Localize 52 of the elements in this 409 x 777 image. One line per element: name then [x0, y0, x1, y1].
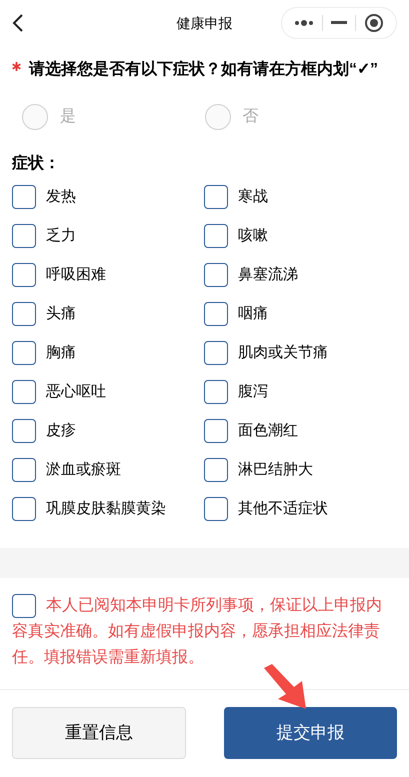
checkbox[interactable]: [204, 185, 228, 209]
reset-button[interactable]: 重置信息: [12, 707, 186, 759]
symptom-label: 面色潮红: [238, 420, 298, 441]
checkbox[interactable]: [12, 302, 36, 326]
more-icon[interactable]: [294, 20, 314, 26]
symptom-label: 呼吸困难: [46, 264, 106, 285]
close-icon[interactable]: [364, 13, 384, 33]
section-label: 症状：: [12, 153, 61, 174]
option-label: 是: [60, 107, 76, 127]
symptom-label: 乏力: [46, 226, 76, 246]
symptom-label: 其他不适症状: [238, 498, 328, 519]
checkbox[interactable]: [204, 419, 228, 443]
checkbox[interactable]: [204, 458, 228, 482]
symptom-label: 皮疹: [46, 420, 76, 441]
checkbox[interactable]: [12, 263, 36, 287]
submit-button[interactable]: 提交申报: [224, 707, 397, 759]
symptom-label: 恶心呕吐: [46, 382, 106, 402]
checkbox[interactable]: [12, 458, 36, 482]
checkbox[interactable]: [12, 224, 36, 248]
checkbox[interactable]: [12, 497, 36, 521]
option-label: 否: [242, 107, 258, 127]
symptom-label: 寒战: [238, 186, 268, 207]
minimize-icon[interactable]: [331, 21, 347, 25]
symptom-label: 头痛: [46, 304, 76, 324]
back-icon[interactable]: [12, 13, 24, 33]
checkbox[interactable]: [204, 263, 228, 287]
radio-button[interactable]: [22, 104, 48, 130]
symptom-label: 胸痛: [46, 342, 76, 363]
checkbox[interactable]: [204, 224, 228, 248]
checkbox[interactable]: [204, 380, 228, 404]
checkbox[interactable]: [204, 302, 228, 326]
symptom-label: 巩膜皮肤黏膜黄染: [46, 498, 166, 519]
symptom-label: 淤血或瘀斑: [46, 460, 121, 480]
declaration-label[interactable]: 本人已阅知本申明卡所列事项，保证以上申报内容真实准确。如有虚假申报内容，愿承担相应法律责任。填报错误需重新填报。: [12, 593, 385, 671]
symptom-label: 咽痛: [238, 304, 268, 324]
symptom-label: 鼻塞流涕: [238, 264, 298, 285]
checkbox[interactable]: [12, 341, 36, 365]
checkbox[interactable]: [12, 419, 36, 443]
agreement-checkbox[interactable]: [12, 594, 36, 618]
symptom-label: 肌肉或关节痛: [238, 342, 328, 363]
symptom-label: 腹泻: [238, 382, 268, 402]
radio-button[interactable]: [204, 104, 230, 130]
symptom-label: 发热: [46, 186, 76, 207]
arrow-drawing: [262, 664, 308, 710]
question-text: 请选择您是否有以下症状？如有请在方框内划“✓”: [29, 59, 378, 80]
checkbox[interactable]: [12, 380, 36, 404]
page-title: 健康申报: [176, 14, 232, 32]
symptom-label: 淋巴结肿大: [238, 460, 313, 480]
checkbox[interactable]: [204, 497, 228, 521]
checkbox[interactable]: [204, 341, 228, 365]
checkbox[interactable]: [12, 185, 36, 209]
symptom-label: 咳嗽: [238, 226, 268, 246]
